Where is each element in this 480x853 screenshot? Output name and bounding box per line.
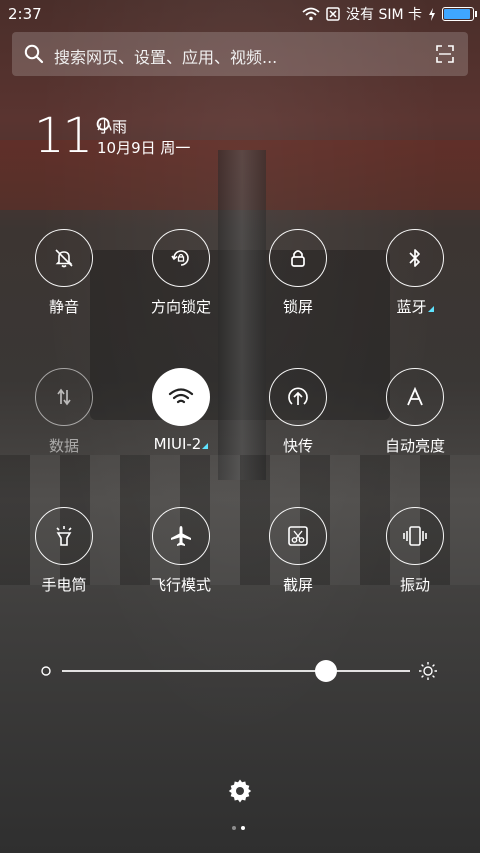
tile-mute-button[interactable] — [35, 229, 93, 287]
tile-rotation-lock-label: 方向锁定 — [150, 298, 211, 316]
weather-condition: 小雨 — [97, 118, 128, 136]
rotation-lock-icon — [171, 250, 189, 266]
tile-screenshot-label: 截屏 — [282, 576, 313, 594]
tile-rotation-lock[interactable]: 方向锁定 — [131, 229, 231, 317]
bluetooth-icon — [409, 249, 420, 267]
notification-shade: 2:37 没有 SIM 卡 搜索网页、设置、应用、视频... 11° 小雨 10… — [0, 0, 480, 853]
search-placeholder: 搜索网页、设置、应用、视频... — [54, 48, 278, 67]
data-arrows-icon — [57, 388, 71, 406]
tile-vibrate[interactable]: 振动 — [365, 507, 465, 595]
page-dot-active[interactable] — [241, 826, 245, 830]
status-bar: 2:37 没有 SIM 卡 — [0, 0, 480, 28]
wifi-icon — [168, 388, 194, 404]
status-time: 2:37 — [8, 5, 42, 23]
tile-auto-brightness-button[interactable] — [386, 368, 444, 426]
battery-icon — [442, 7, 477, 21]
tile-quick-transfer-button[interactable] — [269, 368, 327, 426]
weather-date: 10月9日 周一 — [97, 139, 191, 157]
brightness-low-icon — [41, 666, 51, 676]
tile-auto-brightness-label: 自动亮度 — [384, 437, 445, 455]
no-sim-icon — [326, 7, 340, 21]
screenshot-scissors-icon — [288, 526, 308, 546]
tile-quick-transfer-label: 快传 — [282, 437, 313, 455]
tile-bluetooth-label: 蓝牙 — [365, 296, 465, 317]
tile-mobile-data-button[interactable] — [35, 368, 93, 426]
vibrate-icon — [403, 526, 427, 546]
mute-bell-icon — [55, 249, 73, 268]
battery-fill — [444, 9, 470, 19]
search-icon — [24, 44, 44, 64]
tile-bluetooth-text: 蓝牙 — [396, 298, 427, 316]
tile-lock-screen-button[interactable] — [269, 229, 327, 287]
tile-lock-screen[interactable]: 锁屏 — [248, 229, 348, 317]
tile-screenshot[interactable]: 截屏 — [248, 507, 348, 595]
tile-wifi-label: MIUI-2 — [131, 435, 231, 453]
sim-status-text: 没有 SIM 卡 — [346, 7, 422, 23]
tile-screenshot-button[interactable] — [269, 507, 327, 565]
tile-lock-screen-label: 锁屏 — [282, 298, 313, 316]
charging-icon — [429, 7, 435, 21]
brightness-thumb[interactable] — [315, 660, 338, 682]
tile-bluetooth[interactable]: 蓝牙 — [365, 229, 465, 317]
tile-flashlight-label: 手电筒 — [41, 576, 87, 594]
submenu-indicator-icon — [427, 306, 434, 312]
tile-wifi-text: MIUI-2 — [153, 435, 202, 453]
tile-wifi[interactable]: MIUI-2 — [131, 368, 231, 453]
tile-mobile-data[interactable]: 数据 — [14, 368, 114, 456]
brightness-track[interactable] — [62, 670, 410, 672]
tile-rotation-lock-button[interactable] — [152, 229, 210, 287]
airplane-icon — [171, 526, 191, 546]
tile-mute-label: 静音 — [48, 298, 79, 316]
scan-icon[interactable] — [436, 45, 454, 63]
tile-flashlight-button[interactable] — [35, 507, 93, 565]
tile-mobile-data-label: 数据 — [48, 437, 79, 455]
tile-airplane-button[interactable] — [152, 507, 210, 565]
page-dot[interactable] — [232, 826, 236, 830]
lock-icon — [291, 250, 305, 267]
tile-vibrate-button[interactable] — [386, 507, 444, 565]
brightness-high-icon — [419, 662, 437, 680]
wifi-status-icon — [302, 7, 320, 21]
tile-flashlight[interactable]: 手电筒 — [14, 507, 114, 595]
status-icons: 没有 SIM 卡 — [302, 4, 477, 24]
page-indicator — [232, 826, 248, 832]
quick-transfer-icon — [288, 387, 308, 405]
tile-quick-transfer[interactable]: 快传 — [248, 368, 348, 456]
gear-icon[interactable] — [227, 778, 253, 804]
tile-bluetooth-button[interactable] — [386, 229, 444, 287]
tile-airplane[interactable]: 飞行模式 — [131, 507, 231, 595]
flashlight-icon — [56, 526, 72, 546]
tile-auto-brightness[interactable]: 自动亮度 — [365, 368, 465, 456]
brightness-slider[interactable] — [40, 655, 440, 685]
tile-airplane-label: 飞行模式 — [150, 576, 211, 594]
tile-mute[interactable]: 静音 — [14, 229, 114, 317]
search-bar[interactable]: 搜索网页、设置、应用、视频... — [12, 32, 468, 76]
submenu-indicator-icon — [202, 443, 209, 449]
tile-wifi-button[interactable] — [152, 368, 210, 426]
tile-vibrate-label: 振动 — [399, 576, 430, 594]
auto-brightness-icon — [407, 387, 423, 406]
